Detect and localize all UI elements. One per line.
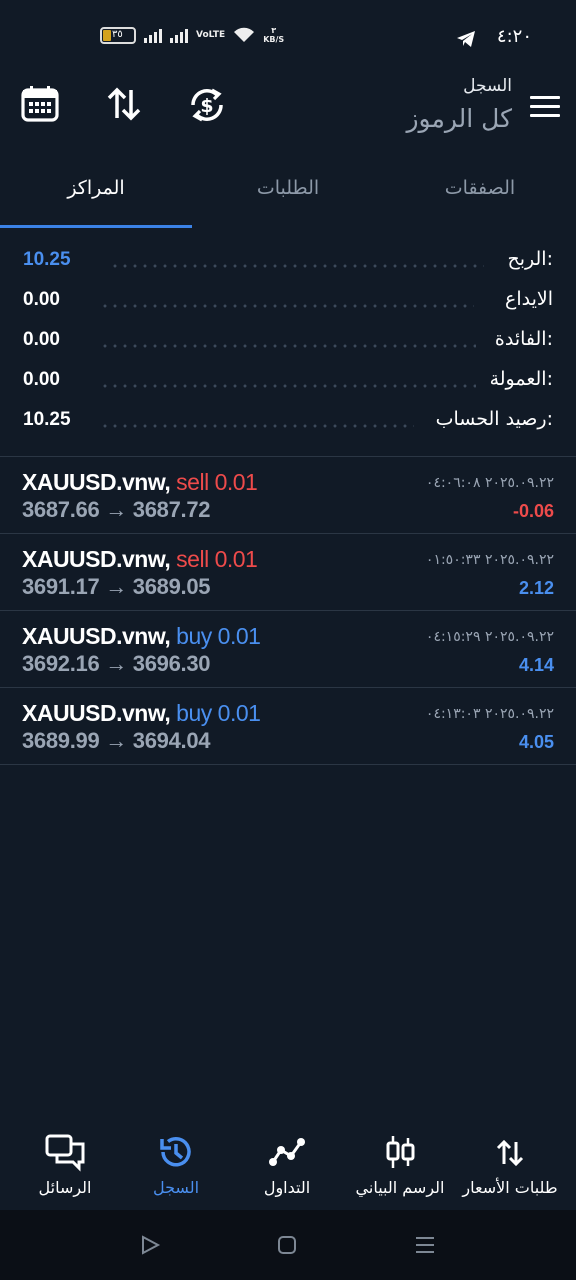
network-speed: ٣ KB/S xyxy=(263,26,285,44)
summary-value: 10.25 xyxy=(23,409,71,430)
quotes-arrows-icon xyxy=(496,1139,524,1167)
positions-list: XAUUSD.vnw, sell 0.01 3687.66 → 3687.72 … xyxy=(0,456,576,765)
list-item[interactable]: XAUUSD.vnw, buy 0.01 3689.99 → 3694.04 ٢… xyxy=(0,688,576,765)
app-header: $ السجل كل الرموز xyxy=(0,70,576,150)
dotted-leader xyxy=(100,424,414,428)
tab-orders[interactable]: الطلبات xyxy=(192,160,384,228)
sort-button[interactable] xyxy=(104,84,148,128)
header-subtitle: السجل xyxy=(463,76,512,96)
status-bar: ٣٥ VoLTE ٣ KB/S ٤:٢٠ xyxy=(0,22,576,58)
summary-value: 0.00 xyxy=(23,369,60,390)
nav-history[interactable]: السجل xyxy=(138,1132,214,1197)
position-prices: 3692.16 → 3696.30 xyxy=(22,651,211,676)
account-summary: الربح: 10.25 الايداع 0.00 الفائدة: 0.00 … xyxy=(0,240,576,440)
summary-label: رصيد الحساب: xyxy=(435,408,553,430)
dotted-leader xyxy=(100,304,474,308)
summary-row-profit: الربح: 10.25 xyxy=(0,240,576,280)
position-time: ٢٠٢٥.٠٩.٢٢ ٠٤:١٣:٠٣ xyxy=(425,706,554,722)
volte-badge: VoLTE xyxy=(196,29,226,40)
sort-arrows-icon xyxy=(107,87,141,121)
summary-row-balance: رصيد الحساب: 10.25 xyxy=(0,400,576,440)
list-item[interactable]: XAUUSD.vnw, buy 0.01 3692.16 → 3696.30 ٢… xyxy=(0,611,576,688)
position-profit: 2.12 xyxy=(518,578,554,598)
position-side: sell 0.01 xyxy=(176,469,258,495)
trade-line-icon xyxy=(269,1138,305,1166)
bottom-navigation: طلبات الأسعار الرسم البياني التداول السج… xyxy=(0,1120,576,1210)
telegram-icon xyxy=(457,31,475,47)
system-navigation-bar xyxy=(0,1210,576,1280)
nav-label: التداول xyxy=(263,1178,311,1197)
recents-icon[interactable] xyxy=(414,1234,436,1256)
dotted-leader xyxy=(100,384,476,388)
summary-label: الايداع xyxy=(505,288,553,310)
nav-label: الرسم البياني xyxy=(355,1178,445,1197)
position-symbol: XAUUSD.vnw, sell 0.01 xyxy=(22,469,258,495)
dotted-leader xyxy=(110,264,484,268)
nav-chart[interactable]: الرسم البياني xyxy=(350,1132,450,1197)
summary-label: الفائدة: xyxy=(494,328,553,350)
signal-icon-2 xyxy=(170,27,188,43)
signal-icon xyxy=(144,27,162,43)
messages-icon xyxy=(45,1134,85,1172)
tab-deals[interactable]: الصفقات xyxy=(384,160,576,228)
position-symbol: XAUUSD.vnw, buy 0.01 xyxy=(22,623,261,649)
summary-label: الربح: xyxy=(507,248,553,270)
tab-positions[interactable]: المراكز xyxy=(0,160,192,228)
home-icon[interactable] xyxy=(276,1234,298,1256)
summary-value: 0.00 xyxy=(23,329,60,350)
candlestick-icon xyxy=(386,1136,415,1168)
back-icon[interactable] xyxy=(139,1234,161,1256)
position-profit: 4.05 xyxy=(518,732,554,752)
position-symbol: XAUUSD.vnw, buy 0.01 xyxy=(22,700,261,726)
nav-label: السجل xyxy=(152,1178,200,1197)
header-title[interactable]: كل الرموز xyxy=(406,104,512,133)
list-item[interactable]: XAUUSD.vnw, sell 0.01 3687.66 → 3687.72 … xyxy=(0,457,576,534)
calendar-button[interactable] xyxy=(20,84,64,128)
nav-label: الرسائل xyxy=(38,1178,92,1197)
summary-row-interest: الفائدة: 0.00 xyxy=(0,320,576,360)
summary-value: 10.25 xyxy=(23,249,71,270)
position-side: sell 0.01 xyxy=(176,546,258,572)
position-time: ٢٠٢٥.٠٩.٢٢ ٠٤:٠٦:٠٨ xyxy=(425,475,554,491)
summary-label: العمولة: xyxy=(489,368,553,390)
nav-label: طلبات الأسعار xyxy=(462,1178,558,1197)
calendar-icon xyxy=(21,86,59,122)
summary-row-commission: العمولة: 0.00 xyxy=(0,360,576,400)
nav-quotes[interactable]: طلبات الأسعار xyxy=(456,1132,564,1197)
nav-messages[interactable]: الرسائل xyxy=(28,1132,102,1197)
dotted-leader xyxy=(100,344,476,348)
menu-icon[interactable] xyxy=(530,96,560,118)
tab-bar: الصفقات الطلبات المراكز xyxy=(0,160,576,228)
position-prices: 3689.99 → 3694.04 xyxy=(22,728,211,753)
position-side: buy 0.01 xyxy=(176,700,261,726)
summary-row-deposit: الايداع 0.00 xyxy=(0,280,576,320)
battery-icon: ٣٥ xyxy=(100,26,136,44)
status-time: ٤:٢٠ xyxy=(496,26,532,47)
position-time: ٢٠٢٥.٠٩.٢٢ ٠١:٥٠:٣٣ xyxy=(425,552,554,568)
position-symbol: XAUUSD.vnw, sell 0.01 xyxy=(22,546,258,572)
position-side: buy 0.01 xyxy=(176,623,261,649)
sync-button[interactable]: $ xyxy=(186,84,230,128)
svg-text:$: $ xyxy=(200,95,213,117)
position-prices: 3691.17 → 3689.05 xyxy=(22,574,211,599)
list-item[interactable]: XAUUSD.vnw, sell 0.01 3691.17 → 3689.05 … xyxy=(0,534,576,611)
wifi-icon xyxy=(234,27,255,42)
position-time: ٢٠٢٥.٠٩.٢٢ ٠٤:١٥:٢٩ xyxy=(425,629,554,645)
nav-trade[interactable]: التداول xyxy=(244,1132,330,1197)
sync-dollar-icon: $ xyxy=(191,88,223,122)
position-profit: -0.06 xyxy=(512,501,554,521)
status-indicators: ٣٥ VoLTE ٣ KB/S xyxy=(100,26,284,44)
history-icon xyxy=(160,1137,191,1167)
battery-level: ٣٥ xyxy=(112,28,123,40)
position-profit: 4.14 xyxy=(518,655,554,675)
position-prices: 3687.66 → 3687.72 xyxy=(22,497,211,522)
summary-value: 0.00 xyxy=(23,289,60,310)
